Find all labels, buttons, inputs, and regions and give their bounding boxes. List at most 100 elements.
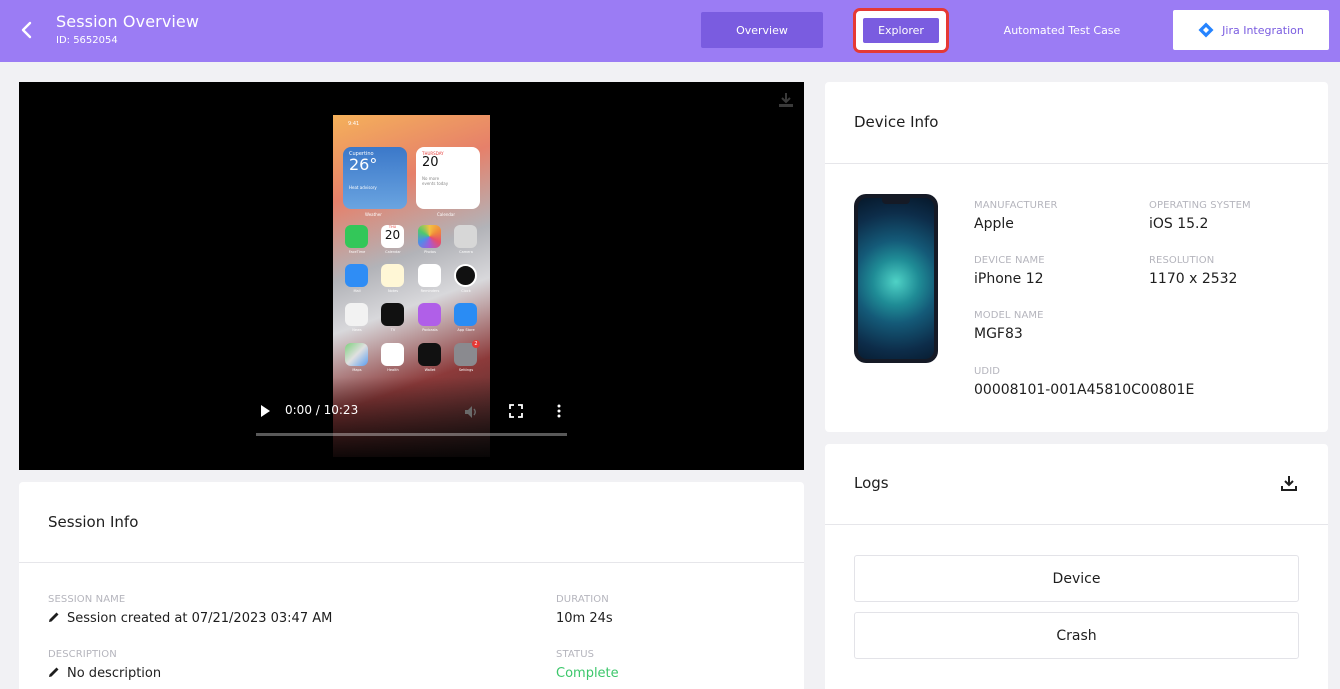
page-title: Session Overview [56,12,200,31]
pencil-icon[interactable] [48,611,60,623]
app-label: Notes [387,289,399,293]
app-label: Reminders [420,289,440,293]
description-text[interactable]: No description [67,666,161,681]
session-name-label: SESSION NAME [48,594,126,605]
back-arrow-icon[interactable] [17,20,37,40]
weather-note: Heat advisory [349,185,377,190]
device-image [854,194,938,363]
tab-automated-test-case[interactable]: Automated Test Case [985,12,1139,48]
device-notch [882,198,910,204]
pencil-icon[interactable] [48,666,60,678]
session-info-title: Session Info [48,513,139,531]
os-label: OPERATING SYSTEM [1149,200,1251,211]
device-image-screen [858,198,934,359]
jira-icon [1198,22,1214,38]
session-id: ID: 5652054 [56,35,118,46]
divider [825,524,1328,525]
session-name-value: Session created at 07/21/2023 03:47 AM [48,611,332,626]
tab-explorer[interactable]: Explorer [863,18,939,43]
podcasts-icon [418,303,441,326]
reminders-icon [418,264,441,287]
calendar-date: 20 [422,155,439,170]
duration-label: DURATION [556,594,609,605]
status-time: 9:41 [348,121,360,127]
tv-icon [381,303,404,326]
news-icon [345,303,368,326]
app-label: Photos [424,250,436,254]
download-icon[interactable] [1280,474,1298,492]
udid-value: 00008101-001A45810C00801E [974,382,1195,398]
resolution-value: 1170 x 2532 [1149,271,1238,287]
app-label: TV [390,328,396,332]
udid-label: UDID [974,366,1001,377]
jira-integration-label: Jira Integration [1222,23,1304,37]
app-label: Calendar [385,250,401,254]
weather-widget: Cupertino 26° Heat advisory [343,147,407,209]
manufacturer-value: Apple [974,216,1014,232]
notes-icon [381,264,404,287]
video-controls: 0:00 / 10:23 [256,400,586,440]
status-label: STATUS [556,649,595,660]
device-name-value: iPhone 12 [974,271,1044,287]
model-name-value: MGF83 [974,326,1023,342]
status-value: Complete [556,666,619,681]
app-label: Podcasts [422,328,438,332]
logs-title: Logs [854,474,889,492]
device-info-title: Device Info [854,113,939,131]
calendar-app-date: 20 [384,228,401,242]
weather-temp: 26° [349,155,378,174]
app-label: News [352,328,362,332]
volume-icon[interactable] [463,404,479,420]
video-progress-bar[interactable] [256,433,567,436]
facetime-icon [345,225,368,248]
app-label: Wallet [424,368,436,372]
tab-overview[interactable]: Overview [701,12,823,48]
session-video-player[interactable]: 9:41 Cupertino 26° Heat advisory Weather… [19,82,804,470]
app-label: Health [387,368,399,372]
camera-icon [454,225,477,248]
description-label: DESCRIPTION [48,649,117,660]
calendar-widget: THURSDAY 20 No more events today [416,147,480,209]
mail-icon [345,264,368,287]
settings-badge: 2 [472,340,480,348]
device-logs-button[interactable]: Device [854,555,1299,602]
model-name-label: MODEL NAME [974,310,1044,321]
logs-card: Logs Device Crash [825,444,1328,689]
calendar-note-2: events today [422,181,449,186]
video-time: 0:00 / 10:23 [285,403,359,417]
photos-icon [418,225,441,248]
device-info-card: Device Info MANUFACTURER Apple OPERATING… [825,82,1328,432]
manufacturer-label: MANUFACTURER [974,200,1058,211]
app-store-icon [454,303,477,326]
app-label: App Store [457,328,475,332]
download-icon[interactable] [777,91,795,109]
app-label: Mail [353,289,361,293]
app-label: Clock [461,289,471,293]
more-vert-icon[interactable] [553,403,565,419]
session-info-card: Session Info SESSION NAME Session create… [19,482,804,689]
session-name-text[interactable]: Session created at 07/21/2023 03:47 AM [67,611,332,626]
app-label: Maps [352,368,362,372]
description-value: No description [48,666,161,681]
divider [19,562,804,563]
resolution-label: RESOLUTION [1149,255,1215,266]
health-icon [381,343,404,366]
app-label: Camera [459,250,473,254]
device-name-label: DEVICE NAME [974,255,1045,266]
maps-icon [345,343,368,366]
divider [825,163,1328,164]
fullscreen-icon[interactable] [509,404,523,418]
duration-value: 10m 24s [556,611,613,626]
app-label: FaceTime [348,250,366,254]
clock-icon [454,264,477,287]
app-label: Settings [458,368,474,372]
jira-integration-button[interactable]: Jira Integration [1173,10,1329,50]
header-bar: Session Overview ID: 5652054 Overview Ex… [0,0,1340,62]
os-value: iOS 15.2 [1149,216,1209,232]
weather-widget-label: Weather [365,212,382,217]
play-icon[interactable] [258,404,272,418]
calendar-app-icon: THU 20 [381,225,404,248]
wallet-icon [418,343,441,366]
calendar-widget-label: Calendar [437,212,455,217]
crash-logs-button[interactable]: Crash [854,612,1299,659]
